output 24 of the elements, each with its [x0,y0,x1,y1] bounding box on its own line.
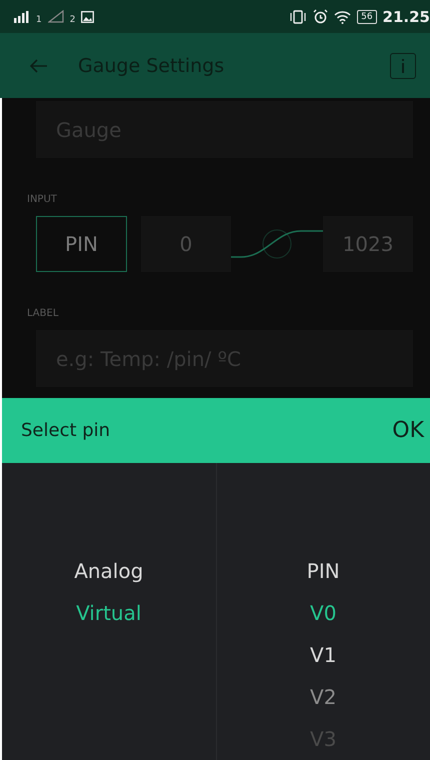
signal-icon [48,10,64,24]
alarm-icon [313,9,328,24]
picker-title: Select pin [21,420,110,441]
picker-option[interactable]: PIN [306,550,340,592]
picker-option[interactable]: V2 [310,676,336,718]
vibrate-icon [289,10,308,24]
picker-option[interactable]: Virtual [76,592,142,634]
picker-option[interactable]: V1 [310,634,336,676]
info-icon [401,58,405,73]
info-button[interactable] [390,52,416,79]
section-heading: INPUT [27,194,58,205]
ok-button[interactable]: OK [392,418,424,443]
picker-option[interactable]: Analog [74,550,144,592]
pin-button[interactable]: PIN [36,216,127,272]
picker-option[interactable]: V0 [310,592,336,634]
battery-level: 56 [357,10,377,24]
wifi-icon [334,10,352,24]
image-icon [81,10,94,23]
sim-label: 1 [36,15,42,26]
sim-label: 2 [70,15,76,26]
section-heading: LABEL [27,308,60,319]
clock-time: 21.25 [382,8,430,26]
signal-icon [14,10,30,23]
back-arrow-icon[interactable] [30,58,48,73]
